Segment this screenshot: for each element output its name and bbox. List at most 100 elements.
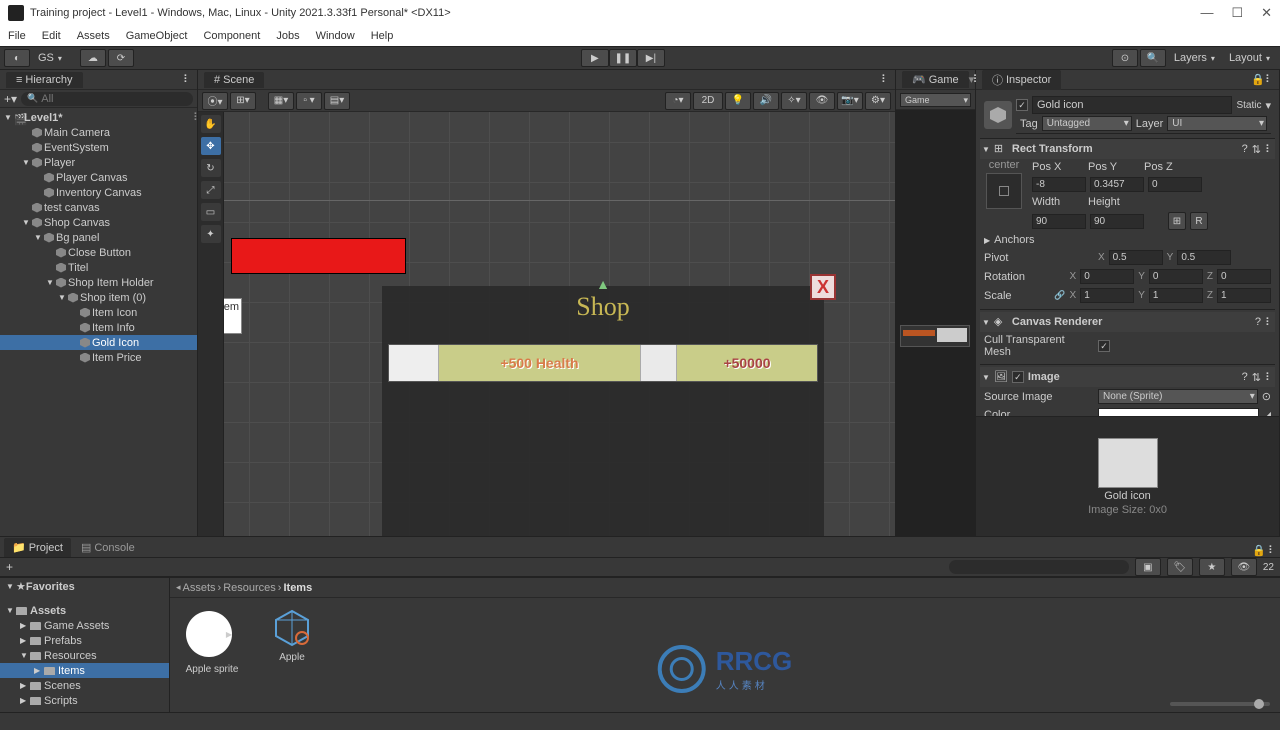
cull-checkbox[interactable]: ✓ — [1098, 340, 1110, 352]
menu-component[interactable]: Component — [203, 30, 260, 42]
move-tool[interactable]: ✥ — [201, 137, 221, 155]
project-search[interactable] — [949, 560, 1129, 574]
snap-increment[interactable]: ▫ ▾ — [296, 92, 322, 110]
component-preset-icon[interactable]: ⇅ — [1252, 371, 1261, 384]
hierarchy-item[interactable]: ▼Bg panel — [0, 230, 197, 245]
hierarchy-item[interactable]: Main Camera — [0, 125, 197, 140]
blueprint-mode-button[interactable]: ⊞ — [1168, 212, 1186, 230]
project-folder[interactable]: ▼Resources — [0, 648, 169, 663]
shop-item-row[interactable]: +500 Health +50000 — [388, 344, 818, 382]
tool-handle[interactable]: ⊞▾ — [230, 92, 256, 110]
pivot-x-input[interactable] — [1109, 250, 1163, 265]
gameobject-name-input[interactable] — [1032, 96, 1232, 114]
scale-link-icon[interactable]: 🔗 — [1054, 290, 1065, 301]
breadcrumb-resources[interactable]: Resources — [223, 582, 276, 594]
project-options[interactable]: ⠇ — [1268, 544, 1276, 557]
hierarchy-item[interactable]: Item Price — [0, 350, 197, 365]
tool-pivot[interactable]: ⦿▾ — [202, 92, 228, 110]
scale-y-input[interactable] — [1149, 288, 1203, 303]
component-help-icon[interactable]: ? — [1242, 371, 1248, 383]
save-search-icon[interactable]: ★ — [1199, 558, 1225, 576]
gameobject-type-icon[interactable] — [984, 101, 1012, 129]
scene-hidden-toggle[interactable]: 👁 — [809, 92, 835, 110]
color-field[interactable] — [1098, 408, 1259, 416]
search-by-label-icon[interactable]: 🏷 — [1167, 558, 1193, 576]
transform-tool[interactable]: ✦ — [201, 225, 221, 243]
component-preset-icon[interactable]: ⇅ — [1252, 143, 1261, 156]
scene-item-box[interactable]: em — [224, 298, 242, 334]
scene-menu-icon[interactable]: ⠇ — [193, 111, 197, 124]
menu-window[interactable]: Window — [316, 30, 355, 42]
hierarchy-search[interactable]: 🔍 All — [21, 92, 193, 106]
history-icon[interactable]: ⟳ — [108, 49, 134, 67]
hierarchy-tab[interactable]: ≡ Hierarchy — [6, 72, 83, 88]
rot-y-input[interactable] — [1149, 269, 1203, 284]
hierarchy-item[interactable]: Item Icon — [0, 305, 197, 320]
rect-tool[interactable]: ▭ — [201, 203, 221, 221]
anchor-preset-button[interactable] — [986, 173, 1022, 209]
project-folder[interactable]: ▶Items — [0, 663, 169, 678]
project-tab[interactable]: 📁 Project — [4, 538, 71, 557]
game-tab[interactable]: 🎮 Game — [902, 71, 969, 88]
hierarchy-item[interactable]: Player Canvas — [0, 170, 197, 185]
search-icon[interactable]: 🔍 — [1140, 49, 1166, 67]
scene-camera-toggle[interactable]: 📷▾ — [837, 92, 863, 110]
hierarchy-item[interactable]: ▼Player — [0, 155, 197, 170]
posx-input[interactable] — [1032, 177, 1086, 192]
shop-close-button[interactable]: X — [810, 274, 836, 300]
rot-z-input[interactable] — [1217, 269, 1271, 284]
scene-viewport[interactable]: em ▲ Shop X +500 Health +50000 — [224, 112, 895, 536]
posy-input[interactable] — [1090, 177, 1144, 192]
inspector-lock[interactable]: 🔒 — [1251, 73, 1265, 86]
asset-apple-prefab[interactable]: Apple — [260, 608, 324, 663]
color-picker-icon[interactable]: ◢ — [1263, 409, 1271, 417]
scale-z-input[interactable] — [1217, 288, 1271, 303]
search-by-type-icon[interactable]: ▣ — [1135, 558, 1161, 576]
scene-fx-toggle[interactable]: ✧▾ — [781, 92, 807, 110]
project-lock-icon[interactable]: 🔒 — [1252, 544, 1266, 557]
account-dropdown[interactable]: GS — [32, 52, 68, 64]
close-window-button[interactable]: ✕ — [1261, 5, 1272, 21]
hidden-packages-icon[interactable]: 👁 — [1231, 558, 1257, 576]
rotate-tool[interactable]: ↻ — [201, 159, 221, 177]
anchors-foldout[interactable]: Anchors — [994, 234, 1034, 246]
component-help-icon[interactable]: ? — [1242, 143, 1248, 155]
menu-jobs[interactable]: Jobs — [276, 30, 299, 42]
console-tab[interactable]: ▤ Console — [73, 538, 143, 557]
play-button[interactable]: ▶ — [581, 49, 609, 67]
pause-button[interactable]: ❚❚ — [609, 49, 637, 67]
snap-settings[interactable]: ▤▾ — [324, 92, 350, 110]
project-asset-grid[interactable]: ▶ Apple sprite Apple RRCG 人人素材 — [170, 598, 1280, 712]
rect-transform-header[interactable]: ▼ ⊞ Rect Transform ? ⇅ ⠇ — [980, 139, 1275, 159]
menu-edit[interactable]: Edit — [42, 30, 61, 42]
raw-edit-button[interactable]: R — [1190, 212, 1208, 230]
scene-shop-panel[interactable]: ▲ Shop X +500 Health +50000 — [382, 286, 824, 536]
scale-tool[interactable]: ⤢ — [201, 181, 221, 199]
undo-history-icon[interactable]: ⊙ — [1112, 49, 1138, 67]
favorites-row[interactable]: ▼★ Favorites — [0, 578, 169, 593]
scene-red-rect[interactable] — [231, 238, 406, 274]
game-display-dropdown[interactable]: Game — [900, 93, 971, 107]
layer-dropdown[interactable]: UI — [1167, 116, 1267, 131]
scale-x-input[interactable] — [1080, 288, 1134, 303]
project-folder[interactable]: ▶Scripts — [0, 693, 169, 708]
menu-gameobject[interactable]: GameObject — [126, 30, 188, 42]
project-folder[interactable]: ▶Game Assets — [0, 618, 169, 633]
2d-toggle[interactable]: 2D — [693, 92, 723, 110]
width-input[interactable] — [1032, 214, 1086, 229]
move-gizmo-icon[interactable]: ▲ — [596, 276, 610, 292]
menu-assets[interactable]: Assets — [77, 30, 110, 42]
scene-light-toggle[interactable]: 💡 — [725, 92, 751, 110]
hierarchy-item[interactable]: test canvas — [0, 200, 197, 215]
layout-dropdown[interactable]: Layout — [1223, 52, 1276, 64]
project-folder[interactable]: ▶Scenes — [0, 678, 169, 693]
hierarchy-item[interactable]: ▼Shop Canvas — [0, 215, 197, 230]
component-help-icon[interactable]: ? — [1255, 316, 1261, 328]
scene-gizmos-toggle[interactable]: ⚙▾ — [865, 92, 891, 110]
menu-file[interactable]: File — [8, 30, 26, 42]
source-image-field[interactable]: None (Sprite) — [1098, 389, 1258, 404]
static-dropdown[interactable]: ▾ — [1265, 99, 1271, 112]
scene-options[interactable]: ⠇ — [881, 73, 889, 86]
scene-tab[interactable]: # Scene — [204, 72, 264, 88]
hierarchy-add-button[interactable]: +▾ — [4, 92, 17, 106]
